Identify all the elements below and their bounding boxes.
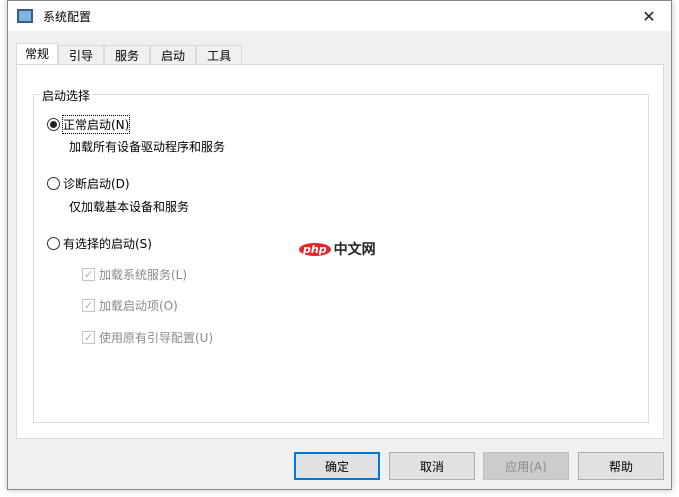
checkmark-icon: ✓ <box>82 331 95 344</box>
cancel-button[interactable]: 取消 <box>389 452 475 480</box>
radio-label: 正常启动(N) <box>61 115 131 134</box>
option-description: 仅加载基本设备和服务 <box>69 200 190 214</box>
checkbox-label: 使用原有引导配置(U) <box>99 331 214 345</box>
radio-label: 诊断启动(D) <box>63 177 130 191</box>
checkbox-load-startup-items[interactable]: ✓ 加载启动项(O) <box>82 297 178 314</box>
window-title: 系统配置 <box>43 9 92 24</box>
radio-selective-startup[interactable]: 有选择的启动(S) <box>47 235 152 252</box>
title-bar: 系统配置 ✕ <box>8 1 671 31</box>
watermark-text: 中文网 <box>333 242 376 258</box>
watermark-logo: php 中文网 <box>299 239 376 259</box>
tab-general[interactable]: 常规 <box>16 43 59 66</box>
apply-button[interactable]: 应用(A) <box>483 452 569 480</box>
help-button[interactable]: 帮助 <box>578 452 664 480</box>
checkbox-label: 加载系统服务(L) <box>99 268 188 282</box>
radio-icon <box>47 237 60 250</box>
group-legend: 启动选择 <box>40 87 93 104</box>
tab-startup[interactable]: 启动 <box>150 45 197 66</box>
radio-label: 有选择的启动(S) <box>63 237 152 251</box>
radio-icon <box>47 177 60 190</box>
checkmark-icon: ✓ <box>82 268 95 281</box>
radio-diagnostic-startup[interactable]: 诊断启动(D) <box>47 175 130 192</box>
tab-bar: 常规 引导 服务 启动 工具 <box>16 43 243 66</box>
radio-normal-startup[interactable]: 正常启动(N) <box>47 115 131 134</box>
ok-button[interactable]: 确定 <box>294 452 380 480</box>
tab-tools[interactable]: 工具 <box>196 45 243 66</box>
checkmark-icon: ✓ <box>82 299 95 312</box>
checkbox-use-original-boot-config[interactable]: ✓ 使用原有引导配置(U) <box>82 329 213 346</box>
checkbox-label: 加载启动项(O) <box>99 299 178 313</box>
checkbox-load-system-services[interactable]: ✓ 加载系统服务(L) <box>82 266 187 283</box>
tab-boot[interactable]: 引导 <box>58 45 105 66</box>
close-button[interactable]: ✕ <box>627 1 671 31</box>
watermark-php: php <box>299 242 331 256</box>
radio-selected-icon <box>47 118 60 131</box>
tab-services[interactable]: 服务 <box>104 45 151 66</box>
option-description: 加载所有设备驱动程序和服务 <box>69 140 226 154</box>
app-icon <box>17 9 33 23</box>
